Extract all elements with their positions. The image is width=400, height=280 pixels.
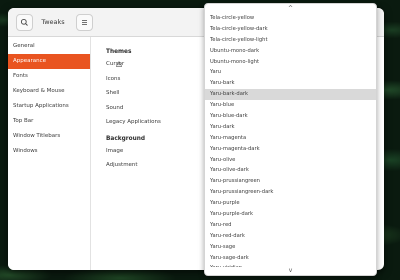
sidebar-item-startup-applications[interactable]: Startup Applications — [8, 99, 90, 114]
theme-option[interactable]: Yaru-prussiangreen-dark — [205, 187, 376, 198]
theme-option[interactable]: Yaru-magenta-dark — [205, 144, 376, 155]
theme-option[interactable]: Ubuntu-mono-dark — [205, 46, 376, 57]
warning-icon — [116, 61, 122, 67]
theme-option[interactable]: Yaru-olive-dark — [205, 165, 376, 176]
theme-option[interactable]: Ubuntu-mono-light — [205, 57, 376, 68]
sidebar-item-window-titlebars[interactable]: Window Titlebars — [8, 129, 90, 144]
theme-option[interactable]: Yaru-blue-dark — [205, 111, 376, 122]
theme-option[interactable]: Yaru-purple-dark — [205, 209, 376, 220]
scroll-down-arrow[interactable]: v — [205, 267, 376, 275]
sidebar-item-top-bar[interactable]: Top Bar — [8, 114, 90, 129]
hamburger-icon — [82, 20, 87, 25]
theme-option[interactable]: Yaru-dark — [205, 122, 376, 133]
search-icon — [20, 18, 28, 26]
sidebar-item-keyboard-mouse[interactable]: Keyboard & Mouse — [8, 84, 90, 99]
theme-option[interactable]: Yaru-red-dark — [205, 231, 376, 242]
theme-option[interactable]: Yaru-bark-dark — [205, 89, 376, 101]
search-button[interactable] — [16, 14, 33, 31]
theme-option[interactable]: Yaru-olive — [205, 155, 376, 166]
window-title: Tweaks — [41, 18, 65, 26]
theme-option[interactable]: Yaru-bark — [205, 78, 376, 89]
sidebar: General Appearance Fonts Keyboard & Mouse St… — [8, 37, 91, 270]
theme-option[interactable]: Yaru-magenta — [205, 133, 376, 144]
theme-option[interactable]: Yaru-prussiangreen — [205, 176, 376, 187]
sidebar-item-fonts[interactable]: Fonts — [8, 69, 90, 84]
sidebar-item-windows[interactable]: Windows — [8, 144, 90, 159]
theme-option[interactable]: Yaru-blue — [205, 100, 376, 111]
theme-option[interactable]: Yaru — [205, 67, 376, 78]
theme-option[interactable]: Yaru-purple — [205, 198, 376, 209]
theme-option[interactable]: Yaru-red — [205, 220, 376, 231]
theme-option-list: Tela-circle-yellow Tela-circle-yellow-dar… — [205, 13, 376, 274]
sidebar-item-appearance[interactable]: Appearance — [8, 54, 90, 69]
menu-button[interactable] — [76, 14, 93, 31]
sidebar-item-general[interactable]: General — [8, 39, 90, 54]
theme-option[interactable]: Tela-circle-yellow — [205, 13, 376, 24]
theme-option[interactable]: Tela-circle-yellow-light — [205, 35, 376, 46]
icons-theme-dropdown[interactable]: ^ Tela-circle-yellow Tela-circle-yellow-d… — [204, 3, 377, 276]
sidebar-list: General Appearance Fonts Keyboard & Mouse St… — [8, 37, 90, 159]
theme-option[interactable]: Yaru-sage — [205, 242, 376, 253]
theme-option[interactable]: Tela-circle-yellow-dark — [205, 24, 376, 35]
theme-option[interactable]: Yaru-sage-dark — [205, 253, 376, 264]
